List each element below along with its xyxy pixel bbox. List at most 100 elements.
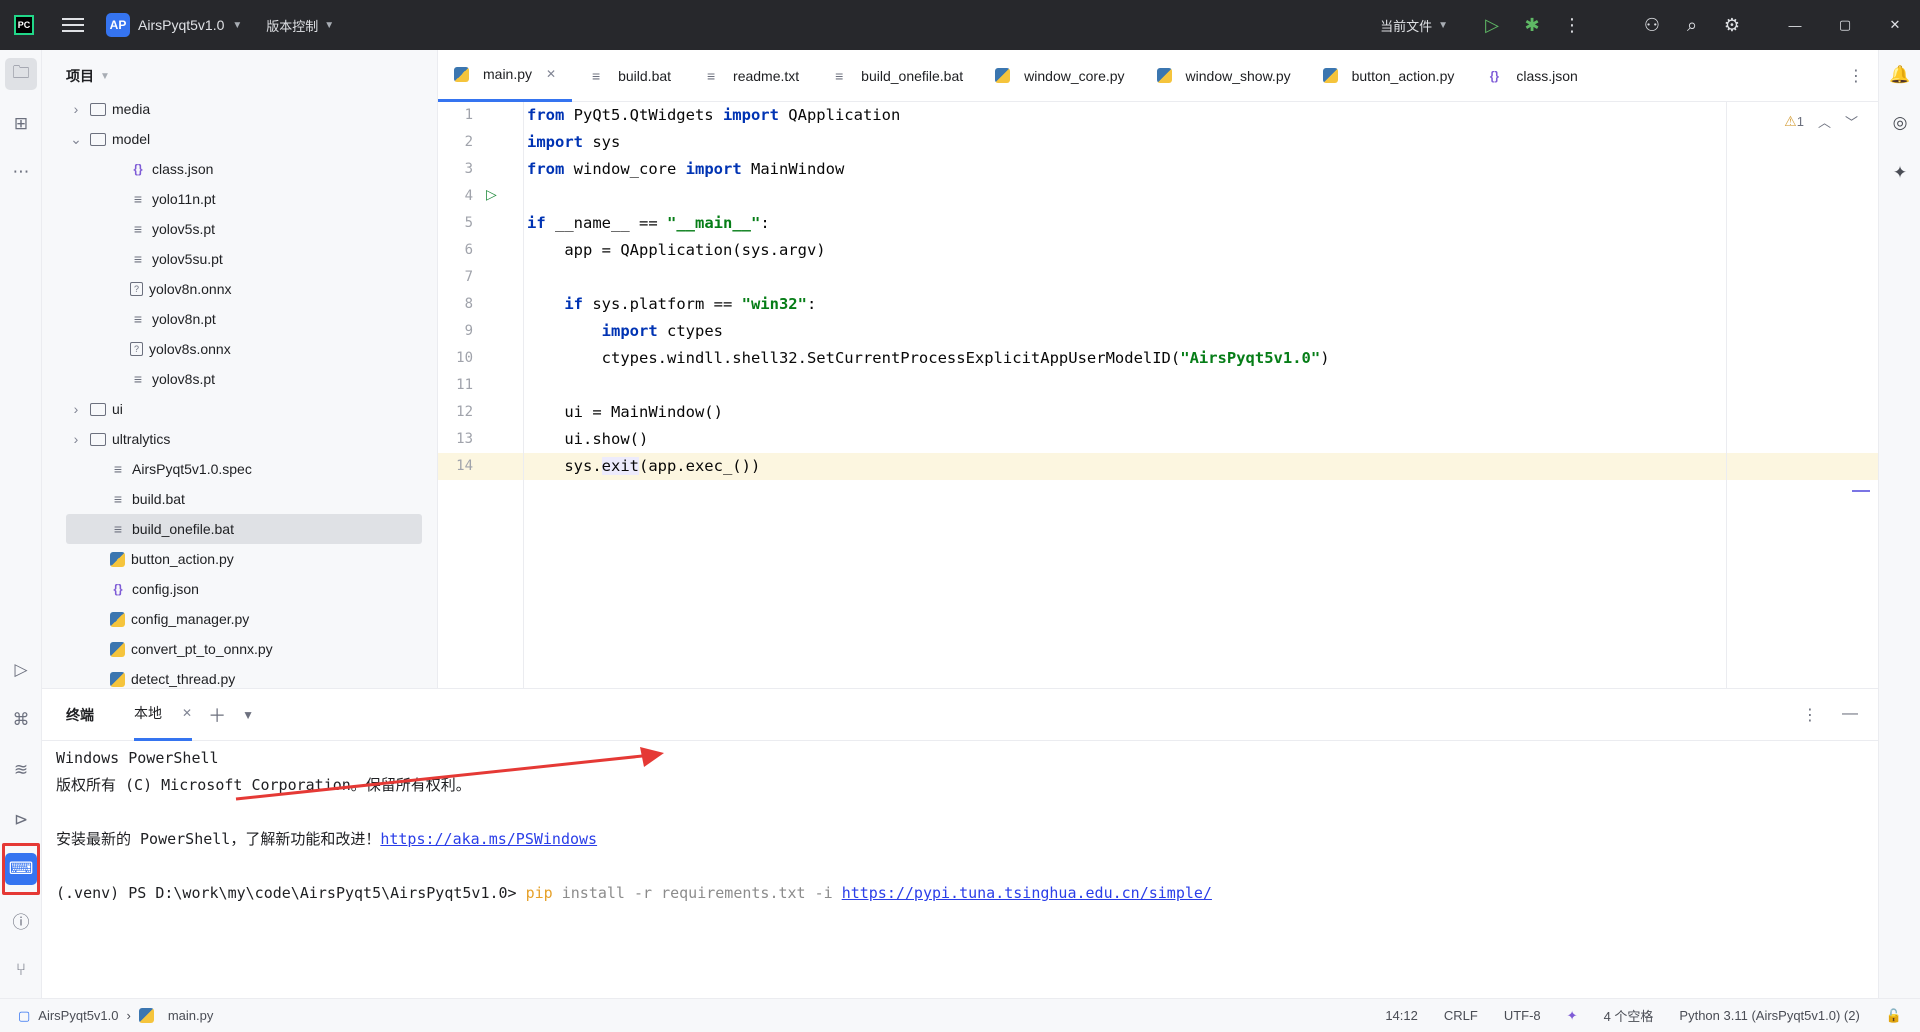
chevron-up-icon[interactable]: ︿ bbox=[1818, 112, 1831, 131]
copilot-icon[interactable]: ✦ bbox=[1887, 160, 1913, 186]
git-icon[interactable]: ⑂ bbox=[5, 954, 37, 986]
tree-folder[interactable]: › media bbox=[42, 94, 437, 124]
tree-file[interactable]: ≡ yolov5s.pt bbox=[42, 214, 437, 244]
tree-file[interactable]: ≡ build_onefile.bat bbox=[66, 514, 422, 544]
ai-assistant-icon[interactable]: ◎ bbox=[1887, 110, 1913, 136]
run-config-selector[interactable]: 当前文件 ▼ bbox=[1380, 16, 1448, 35]
project-tree: › media ⌄ model {} class.json ≡ yolo11n.pt ≡ yolo… bbox=[42, 94, 437, 688]
editor-tab-label: readme.txt bbox=[733, 67, 800, 84]
new-terminal-plus-icon[interactable]: ＋ bbox=[208, 702, 226, 728]
tree-folder[interactable]: › ui bbox=[42, 394, 437, 424]
text-file-icon: ≡ bbox=[113, 491, 123, 507]
indent-setting[interactable]: 4 个空格 bbox=[1604, 1006, 1654, 1025]
add-user-icon[interactable]: ⚇ bbox=[1632, 0, 1672, 50]
editor-tab[interactable]: button_action.py bbox=[1307, 50, 1471, 102]
close-window-button[interactable]: ✕ bbox=[1870, 0, 1920, 50]
more-tools-icon[interactable]: ⋯ bbox=[5, 156, 37, 188]
search-icon[interactable]: ⌕ bbox=[1672, 0, 1712, 50]
line-number: 7 bbox=[464, 269, 473, 285]
tree-folder[interactable]: › ultralytics bbox=[42, 424, 437, 454]
tree-file[interactable]: {} config.json bbox=[42, 574, 437, 604]
project-folder-icon[interactable]: 🗀 bbox=[5, 58, 37, 90]
tree-file[interactable]: button_action.py bbox=[42, 544, 437, 574]
tree-file[interactable]: ≡ build.bat bbox=[42, 484, 437, 514]
lock-icon[interactable]: 🔓 bbox=[1886, 1008, 1902, 1024]
text-file-icon: ≡ bbox=[133, 251, 143, 267]
chevron-right-icon[interactable]: › bbox=[68, 431, 84, 447]
chevron-down-icon[interactable]: ⌄ bbox=[68, 131, 84, 148]
line-number: 2 bbox=[464, 134, 473, 150]
structure-icon[interactable]: ⊞ bbox=[5, 108, 37, 140]
tree-file[interactable]: detect_thread.py bbox=[42, 664, 437, 688]
debug-icon[interactable]: ✱ bbox=[1512, 0, 1552, 50]
tree-file[interactable]: config_manager.py bbox=[42, 604, 437, 634]
editor-tab[interactable]: window_core.py bbox=[979, 50, 1140, 102]
tree-file[interactable]: ≡ yolov5su.pt bbox=[42, 244, 437, 274]
line-number: 3 bbox=[464, 161, 473, 177]
more-options-icon[interactable]: ⋮ bbox=[1802, 705, 1818, 725]
chevron-down-icon[interactable]: ▼ bbox=[242, 708, 254, 722]
main-menu-icon[interactable] bbox=[62, 18, 84, 32]
tree-file[interactable]: ? yolov8s.onnx bbox=[42, 334, 437, 364]
pypi-mirror-link[interactable]: https://pypi.tuna.tsinghua.edu.cn/simple… bbox=[842, 884, 1212, 902]
tree-file[interactable]: ≡ yolo11n.pt bbox=[42, 184, 437, 214]
command-args: install -r requirements.txt -i bbox=[552, 884, 842, 902]
editor-tab[interactable]: {} class.json bbox=[1470, 50, 1593, 102]
pycharm-logo-icon[interactable]: PC bbox=[14, 15, 34, 35]
tree-file[interactable]: {} class.json bbox=[42, 154, 437, 184]
editor-tab[interactable]: ≡ build_onefile.bat bbox=[815, 50, 979, 102]
minimize-button[interactable]: — bbox=[1770, 0, 1820, 50]
project-selector[interactable]: AP AirsPyqt5v1.0 ▼ bbox=[106, 13, 242, 37]
hide-panel-icon[interactable]: — bbox=[1842, 705, 1858, 725]
ai-status-icon[interactable]: ✦ bbox=[1567, 1008, 1578, 1024]
chevron-down-icon[interactable]: ﹀ bbox=[1845, 112, 1858, 131]
editor-tab[interactable]: ≡ build.bat bbox=[572, 50, 687, 102]
services-icon[interactable]: ⊳ bbox=[5, 804, 37, 836]
terminal-tab-label: 本地 bbox=[134, 705, 162, 721]
run-tool-icon[interactable]: ▷ bbox=[5, 654, 37, 686]
tree-item-label: convert_pt_to_onnx.py bbox=[131, 641, 273, 657]
chevron-right-icon[interactable]: › bbox=[68, 101, 84, 117]
maximize-button[interactable]: ▢ bbox=[1820, 0, 1870, 50]
python-file-icon bbox=[1322, 68, 1338, 83]
python-interpreter[interactable]: Python 3.11 (AirsPyqt5v1.0) (2) bbox=[1679, 1008, 1859, 1023]
inspection-widget[interactable]: ⚠1 ︿ ﹀ bbox=[1784, 112, 1858, 131]
tree-file[interactable]: convert_pt_to_onnx.py bbox=[42, 634, 437, 664]
problems-icon[interactable]: ⓘ bbox=[5, 904, 37, 936]
close-icon[interactable]: ✕ bbox=[182, 706, 192, 720]
powershell-link[interactable]: https://aka.ms/PSWindows bbox=[380, 830, 597, 848]
editor-tab[interactable]: main.py ✕ bbox=[438, 50, 573, 102]
warning-count: 1 bbox=[1796, 114, 1804, 129]
cursor-position[interactable]: 14:12 bbox=[1385, 1008, 1418, 1023]
run-gutter-icon[interactable]: ▷ bbox=[486, 186, 497, 203]
settings-gear-icon[interactable]: ⚙ bbox=[1712, 0, 1752, 50]
chevron-right-icon[interactable]: › bbox=[68, 401, 84, 417]
python-console-icon[interactable]: ⌘ bbox=[5, 704, 37, 736]
tab-list-more-icon[interactable]: ⋮ bbox=[1848, 66, 1864, 86]
tree-file[interactable]: ? yolov8n.onnx bbox=[42, 274, 437, 304]
text-file-icon: ≡ bbox=[113, 461, 123, 477]
more-actions-icon[interactable]: ⋮ bbox=[1552, 0, 1592, 50]
line-separator[interactable]: CRLF bbox=[1444, 1008, 1478, 1023]
chevron-right-icon: › bbox=[126, 1008, 131, 1023]
code-editor[interactable]: ▷ 1 2 3 4 5 6 7 8 9 10 11 12 13 14 from PyQt5.QtWidge… bbox=[438, 102, 1878, 688]
code-line: from window_core import MainWindow bbox=[527, 160, 845, 178]
file-encoding[interactable]: UTF-8 bbox=[1504, 1008, 1541, 1023]
editor-tab[interactable]: window_show.py bbox=[1141, 50, 1307, 102]
terminal-tab-local[interactable]: 本地 ✕ bbox=[134, 689, 193, 741]
layers-icon[interactable]: ≋ bbox=[5, 754, 37, 786]
error-stripe-mark[interactable] bbox=[1852, 490, 1870, 492]
close-icon[interactable]: ✕ bbox=[546, 67, 556, 81]
notifications-bell-icon[interactable]: 🔔 bbox=[1887, 62, 1913, 88]
tree-folder[interactable]: ⌄ model bbox=[42, 124, 437, 154]
run-icon[interactable]: ▷ bbox=[1472, 0, 1512, 50]
tree-item-label: ultralytics bbox=[112, 431, 171, 447]
vcs-menu[interactable]: 版本控制 ▼ bbox=[266, 16, 334, 35]
project-name: AirsPyqt5v1.0 bbox=[138, 17, 225, 33]
tree-file[interactable]: ≡ AirsPyqt5v1.0.spec bbox=[42, 454, 437, 484]
breadcrumb-file[interactable]: main.py bbox=[168, 1008, 214, 1023]
breadcrumb-project[interactable]: AirsPyqt5v1.0 bbox=[38, 1008, 118, 1023]
tree-file[interactable]: ≡ yolov8s.pt bbox=[42, 364, 437, 394]
editor-tab[interactable]: ≡ readme.txt bbox=[687, 50, 815, 102]
tree-file[interactable]: ≡ yolov8n.pt bbox=[42, 304, 437, 334]
